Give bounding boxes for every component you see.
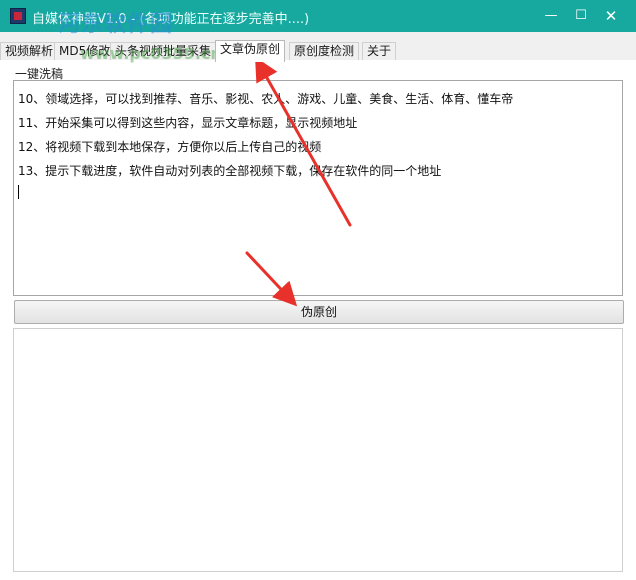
title-bar: 自媒体神器V1.0 - (各项功能正在逐步完善中....) — ☐ ✕	[0, 0, 636, 32]
window-title: 自媒体神器V1.0 - (各项功能正在逐步完善中....)	[32, 12, 310, 27]
maximize-button[interactable]: ☐	[570, 5, 592, 27]
text-line: 11、开始采集可以得到这些内容，显示文章标题，显示视频地址	[18, 116, 358, 130]
tab-article-rewrite[interactable]: 文章伪原创	[215, 40, 286, 62]
source-text-input[interactable]: 10、领域选择，可以找到推荐、音乐、影视、农人、游戏、儿童、美食、生活、体育、懂…	[13, 80, 623, 296]
output-text-area[interactable]	[13, 328, 623, 572]
tab-video-parse[interactable]: 视频解析	[0, 42, 59, 61]
rewrite-button[interactable]: 伪原创	[14, 300, 624, 324]
close-button[interactable]: ✕	[600, 5, 622, 27]
tab-md5-modify[interactable]: MD5修改	[54, 42, 116, 61]
tab-about[interactable]: 关于	[362, 42, 397, 61]
text-line: 13、提示下载进度，软件自动对列表的全部视频下载，保存在软件的同一个地址	[18, 164, 442, 178]
app-icon	[10, 8, 26, 24]
text-line: 10、领域选择，可以找到推荐、音乐、影视、农人、游戏、儿童、美食、生活、体育、懂…	[18, 92, 514, 106]
tab-strip: 视频解析 MD5修改 头条视频批量采集 文章伪原创 原创度检测 关于	[0, 32, 636, 62]
text-line: 12、将视频下载到本地保存，方便你以后上传自己的视频	[18, 140, 322, 154]
text-caret	[18, 185, 19, 199]
tab-toutiao-batch-collect[interactable]: 头条视频批量采集	[110, 42, 217, 61]
tab-originality-check[interactable]: 原创度检测	[289, 42, 360, 61]
article-rewrite-panel: 一键洗稿 10、领域选择，可以找到推荐、音乐、影视、农人、游戏、儿童、美食、生活…	[0, 60, 636, 580]
minimize-button[interactable]: —	[540, 5, 562, 27]
